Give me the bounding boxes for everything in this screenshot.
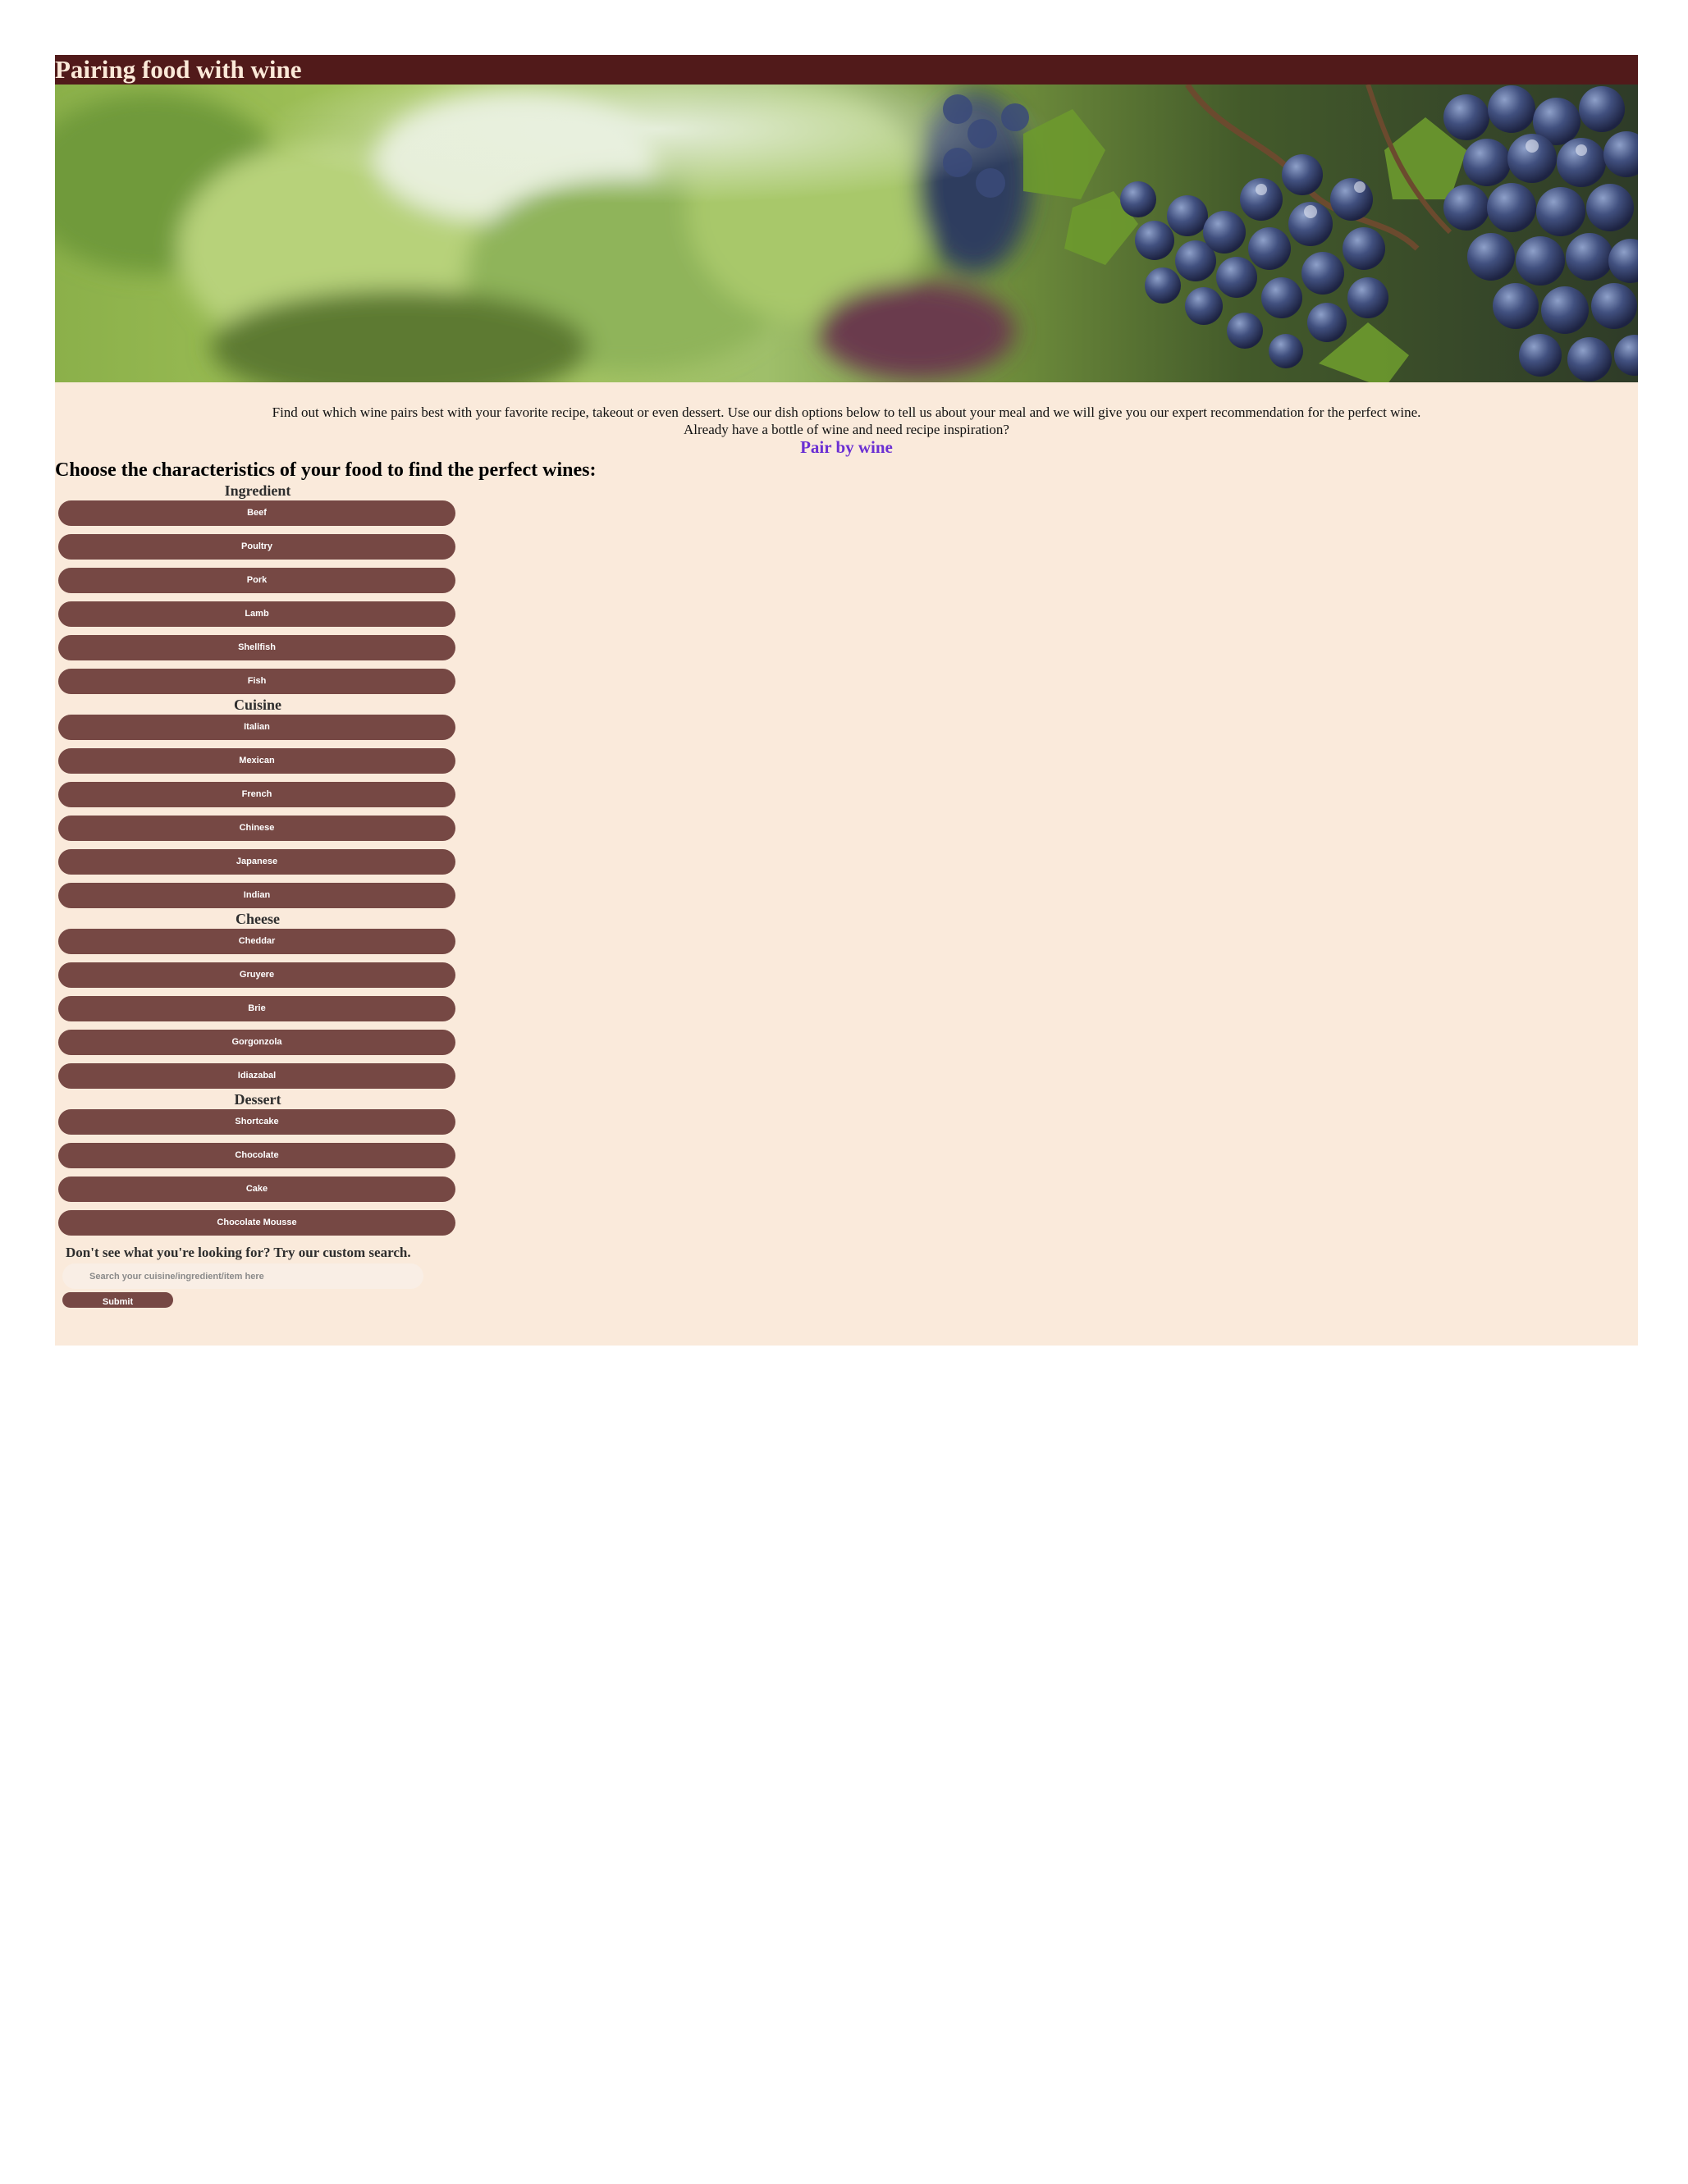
category-group-cuisine: Cuisine Italian Mexican French Chinese Japane… xyxy=(55,697,460,908)
option-button-italian[interactable]: Italian xyxy=(58,715,455,740)
intro-text: Find out which wine pairs best with your… xyxy=(272,404,1421,420)
content-area: Find out which wine pairs best with your… xyxy=(55,382,1638,1346)
custom-search-input[interactable] xyxy=(62,1263,423,1289)
option-button-lamb[interactable]: Lamb xyxy=(58,601,455,627)
title-bar: Pairing food with wine xyxy=(55,55,1638,85)
option-button-indian[interactable]: Indian xyxy=(58,883,455,908)
category-group-dessert: Dessert Shortcake Chocolate Cake Chocolate M… xyxy=(55,1091,460,1236)
option-button-shellfish[interactable]: Shellfish xyxy=(58,635,455,660)
choose-heading: Choose the characteristics of your food … xyxy=(55,459,597,481)
custom-search-section: Don't see what you're looking for? Try o… xyxy=(55,1245,460,1308)
option-button-chinese[interactable]: Chinese xyxy=(58,816,455,841)
option-button-japanese[interactable]: Japanese xyxy=(58,849,455,875)
category-group-cheese: Cheese Cheddar Gruyere Brie Gorgonzola Idiaza… xyxy=(55,911,460,1089)
option-button-chocolate-mousse[interactable]: Chocolate Mousse xyxy=(58,1210,455,1236)
intro-question: Already have a bottle of wine and need r… xyxy=(684,422,1009,437)
option-button-chocolate[interactable]: Chocolate xyxy=(58,1143,455,1168)
option-button-gruyere[interactable]: Gruyere xyxy=(58,962,455,988)
option-button-mexican[interactable]: Mexican xyxy=(58,748,455,774)
option-button-cake[interactable]: Cake xyxy=(58,1177,455,1202)
option-button-beef[interactable]: Beef xyxy=(58,500,455,526)
page-container: Pairing food with wine Find out which wi… xyxy=(55,55,1638,1346)
category-heading: Ingredient xyxy=(224,482,291,499)
option-button-brie[interactable]: Brie xyxy=(58,996,455,1021)
intro-section: Find out which wine pairs best with your… xyxy=(55,382,1638,438)
pair-by-wine-link[interactable]: Pair by wine xyxy=(55,438,1638,456)
option-button-fish[interactable]: Fish xyxy=(58,669,455,694)
category-heading: Cuisine xyxy=(233,697,282,713)
submit-button[interactable]: Submit xyxy=(62,1292,173,1308)
food-options-panel: Ingredient Beef Poultry Pork Lamb Shellfish Fi… xyxy=(55,482,460,1236)
hero-image xyxy=(55,85,1638,382)
option-button-idiazabal[interactable]: Idiazabal xyxy=(58,1063,455,1089)
category-group-ingredient: Ingredient Beef Poultry Pork Lamb Shellfish Fi… xyxy=(55,482,460,694)
option-button-poultry[interactable]: Poultry xyxy=(58,534,455,560)
vineyard-grapes-image xyxy=(55,85,1638,382)
option-button-gorgonzola[interactable]: Gorgonzola xyxy=(58,1030,455,1055)
option-button-french[interactable]: French xyxy=(58,782,455,807)
category-heading: Cheese xyxy=(236,911,280,927)
page-title: Pairing food with wine xyxy=(55,55,302,84)
category-heading: Dessert xyxy=(234,1091,281,1108)
option-button-cheddar[interactable]: Cheddar xyxy=(58,929,455,954)
custom-search-heading: Don't see what you're looking for? Try o… xyxy=(66,1245,411,1260)
option-button-shortcake[interactable]: Shortcake xyxy=(58,1109,455,1135)
option-button-pork[interactable]: Pork xyxy=(58,568,455,593)
